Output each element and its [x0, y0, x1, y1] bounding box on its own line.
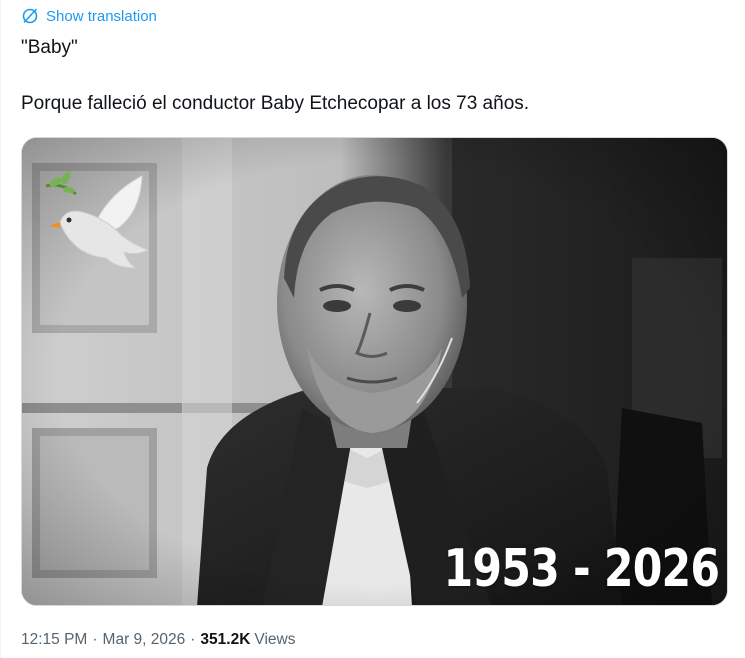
tweet-date[interactable]: Mar 9, 2026: [103, 631, 186, 649]
show-translation-link[interactable]: Show translation: [21, 5, 157, 27]
tweet-time[interactable]: 12:15 PM: [21, 631, 87, 649]
views-count: 351.2K: [200, 631, 251, 648]
tweet-line-2: Porque falleció el conductor Baby Etchec…: [21, 93, 530, 114]
meta-separator: ·: [92, 631, 98, 648]
tweet-meta: 12:15 PM · Mar 9, 2026 · 351.2K Views: [21, 628, 295, 652]
show-translation-label: Show translation: [46, 7, 157, 25]
views-label: Views: [254, 631, 296, 648]
tweet-photo[interactable]: 1953 - 2026: [21, 137, 728, 606]
column-border: [0, 0, 1, 658]
years-caption: 1953 - 2026: [443, 539, 720, 599]
dove-emoji-icon: [45, 171, 150, 269]
tweet-text: "Baby" Porque falleció el conductor Baby…: [21, 34, 721, 118]
meta-separator: ·: [190, 631, 196, 648]
tweet-line-1: "Baby": [21, 37, 78, 58]
globe-slash-icon: [21, 7, 39, 25]
